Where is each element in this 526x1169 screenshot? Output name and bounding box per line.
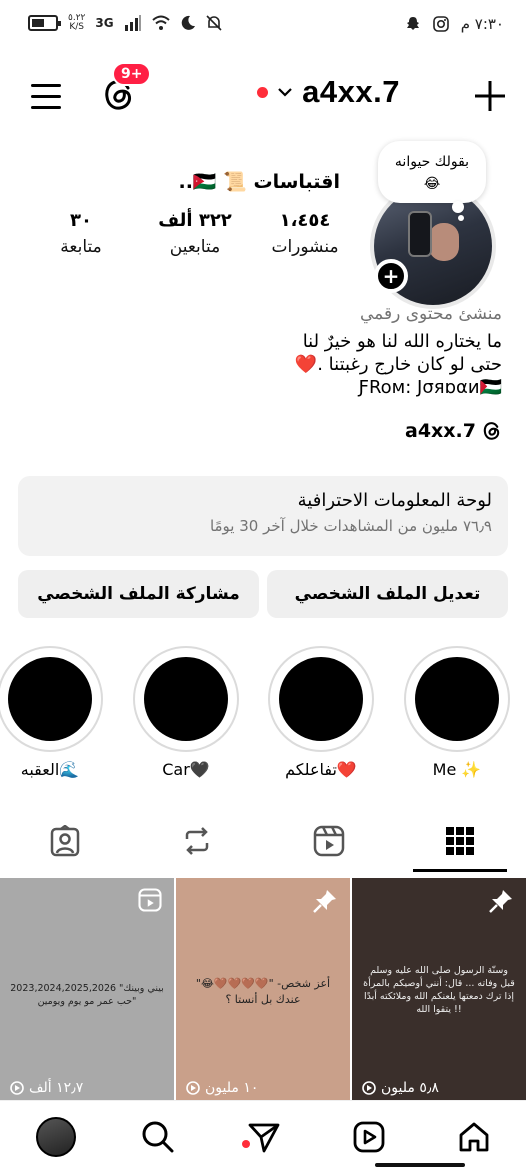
bio-line: حتى لو كان خارج رغبتنا .❤️ xyxy=(294,354,502,375)
signal-icon xyxy=(124,15,141,31)
status-bar: ٥.٢٢ K/S 3G ٧:٣٠ م xyxy=(0,0,526,52)
highlight-cover xyxy=(144,657,228,741)
display-name: اقتباسات 📜 🇯🇴.. xyxy=(178,171,340,193)
snapchat-icon xyxy=(406,17,419,30)
tab-grid[interactable] xyxy=(410,810,510,872)
views-icon xyxy=(362,1081,376,1095)
nav-reels[interactable] xyxy=(345,1113,393,1161)
bottom-navigation xyxy=(0,1100,526,1169)
highlight-label: تفاعلكم❤️ xyxy=(285,760,357,779)
home-icon xyxy=(459,1122,489,1152)
repost-icon xyxy=(185,827,209,855)
bio-line: ƑRoм: Jσяɒαи🇵🇸 xyxy=(358,377,502,398)
profile-bio: ما يختاره الله لنا هو خيرٌ لنا حتى لو كا… xyxy=(32,330,502,399)
network-type: 3G xyxy=(95,16,114,30)
threads-small-icon xyxy=(483,422,500,440)
content-tabs xyxy=(0,810,526,872)
grid-post[interactable]: 2023,2024,2025,2026 "بيني وبينك حب عمر م… xyxy=(0,878,174,1100)
share-profile-button[interactable]: مشاركة الملف الشخصي xyxy=(18,570,259,618)
direct-notification-dot xyxy=(242,1140,250,1148)
moon-icon xyxy=(181,15,195,30)
bio-line: ما يختاره الله لنا هو خيرٌ لنا xyxy=(302,331,502,352)
stat-followers[interactable]: ٣٢٢ ألف متابعين xyxy=(140,210,250,257)
views-icon xyxy=(186,1081,200,1095)
clock: ٧:٣٠ م xyxy=(460,15,504,33)
edit-profile-button[interactable]: تعديل الملف الشخصي xyxy=(267,570,508,618)
bell-off-icon xyxy=(206,15,222,31)
reels-icon xyxy=(353,1121,385,1153)
highlight-item[interactable]: العقبه🌊 xyxy=(0,646,103,779)
highlight-cover xyxy=(279,657,363,741)
highlight-item[interactable]: Car🖤 xyxy=(133,646,239,779)
home-indicator xyxy=(375,1163,465,1167)
reel-badge-icon xyxy=(138,888,162,912)
reels-icon xyxy=(313,825,345,857)
highlight-cover xyxy=(8,657,92,741)
wifi-icon xyxy=(151,15,170,30)
create-button[interactable] xyxy=(468,74,512,118)
highlight-cover xyxy=(415,657,499,741)
battery-icon xyxy=(28,15,61,31)
add-story-button[interactable]: + xyxy=(374,259,408,293)
highlight-item[interactable]: Me ✨ xyxy=(404,646,510,779)
nav-search[interactable] xyxy=(134,1113,182,1161)
grid-icon xyxy=(446,827,474,855)
views-icon xyxy=(10,1081,24,1095)
profile-header: 9+ a4xx.7 xyxy=(0,62,526,126)
profile-avatar-small xyxy=(36,1117,76,1157)
threads-handle: a4xx.7 xyxy=(405,420,476,442)
menu-button[interactable] xyxy=(26,76,66,116)
chevron-down-icon xyxy=(278,88,292,97)
tab-reposts[interactable] xyxy=(147,810,247,872)
note-emoji: 😂 xyxy=(423,176,441,192)
send-icon xyxy=(248,1123,280,1153)
dashboard-subtitle: ٧٦٫٩ مليون من المشاهدات خلال آخر 30 يومً… xyxy=(209,517,492,535)
highlight-label: العقبه🌊 xyxy=(20,760,80,779)
nav-direct[interactable] xyxy=(240,1113,288,1161)
stat-following[interactable]: ٣٠ متابعة xyxy=(26,210,136,257)
live-dot xyxy=(257,86,269,98)
post-views: ٥٫٨ مليون xyxy=(362,1080,439,1096)
plus-icon xyxy=(475,81,505,111)
threads-profile-link[interactable]: a4xx.7 xyxy=(405,420,502,442)
post-views: ١٢٫٧ ألف xyxy=(10,1080,83,1096)
pin-icon xyxy=(489,890,512,913)
network-speed: ٥.٢٢ K/S xyxy=(68,13,86,32)
grid-post[interactable]: "😂🤎🤎🤎🤎" -أعز شخص عندك بل أنستا ؟ ١٠ مليو… xyxy=(176,878,350,1100)
post-views: ١٠ مليون xyxy=(186,1080,258,1096)
stat-posts[interactable]: ١،٤٥٤ منشورات xyxy=(250,210,360,257)
account-switcher[interactable]: a4xx.7 xyxy=(257,74,400,110)
profile-category: منشئ محتوى رقمي xyxy=(359,304,502,324)
note-bubble[interactable]: بقولك حيوانه 😂 xyxy=(378,141,486,221)
dashboard-title: لوحة المعلومات الاحترافية xyxy=(297,490,492,511)
nav-home[interactable] xyxy=(450,1113,498,1161)
instagram-icon xyxy=(432,16,449,32)
note-text: بقولك حيوانه xyxy=(394,154,470,170)
post-caption: "😂🤎🤎🤎🤎" -أعز شخص عندك بل أنستا ؟ xyxy=(195,977,331,1006)
nav-profile[interactable] xyxy=(32,1113,80,1161)
post-caption: وسنّة الرسول صلى الله عليه وسلم قبل وفات… xyxy=(363,965,515,1015)
highlight-label: Car🖤 xyxy=(162,760,210,779)
grid-post[interactable]: وسنّة الرسول صلى الله عليه وسلم قبل وفات… xyxy=(352,878,526,1100)
highlight-label: Me ✨ xyxy=(432,760,482,779)
tagged-user-icon xyxy=(50,825,80,857)
profile-actions: تعديل الملف الشخصي مشاركة الملف الشخصي xyxy=(18,570,508,618)
post-caption: 2023,2024,2025,2026 "بيني وبينك حب عمر م… xyxy=(10,983,164,1007)
hamburger-icon xyxy=(31,84,61,109)
active-tab-indicator xyxy=(413,869,507,872)
highlight-item[interactable]: تفاعلكم❤️ xyxy=(268,646,374,779)
search-icon xyxy=(142,1121,174,1153)
tab-tagged[interactable] xyxy=(15,810,115,872)
posts-grid: وسنّة الرسول صلى الله عليه وسلم قبل وفات… xyxy=(0,878,526,1100)
username: a4xx.7 xyxy=(302,74,400,109)
professional-dashboard[interactable]: لوحة المعلومات الاحترافية ٧٦٫٩ مليون من … xyxy=(18,476,508,556)
notification-badge: 9+ xyxy=(112,62,152,86)
tab-reels[interactable] xyxy=(279,810,379,872)
pin-icon xyxy=(313,890,336,913)
